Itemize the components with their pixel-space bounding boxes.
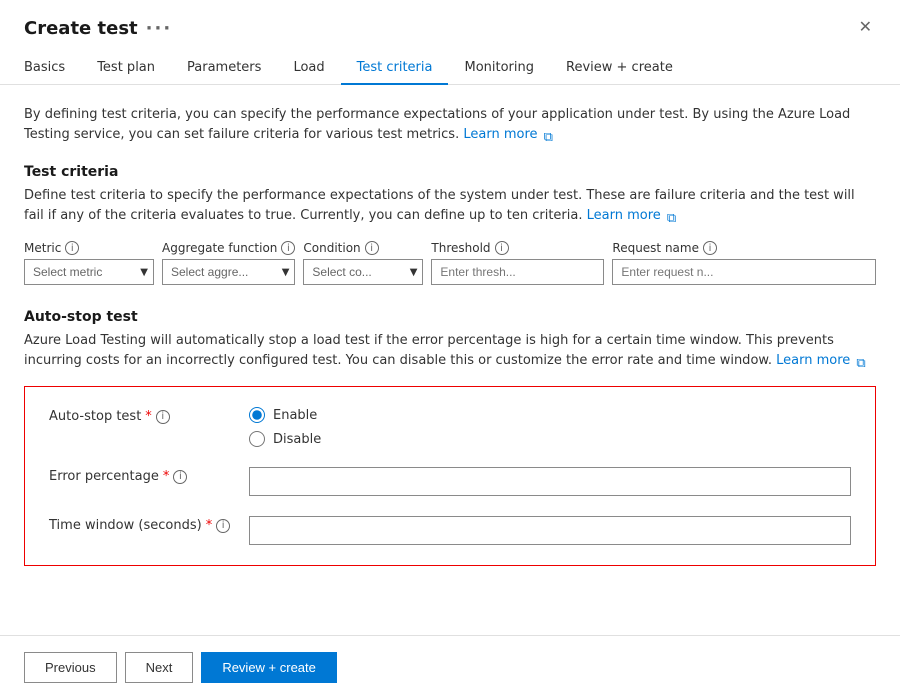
- next-button[interactable]: Next: [125, 652, 194, 683]
- threshold-field-group: Threshold i: [431, 241, 604, 285]
- tabs-list: Basics Test plan Parameters Load Test cr…: [24, 52, 876, 84]
- error-percentage-info-icon[interactable]: i: [173, 470, 187, 484]
- error-percentage-row: Error percentage * i 90: [49, 467, 851, 496]
- intro-text: By defining test criteria, you can speci…: [24, 105, 876, 144]
- aggregate-function-field-group: Aggregate function i Select aggre... ▼: [162, 241, 295, 285]
- tab-monitoring[interactable]: Monitoring: [448, 52, 550, 85]
- condition-field-group: Condition i Select co... ▼: [303, 241, 423, 285]
- dialog-title-text: Create test: [24, 18, 138, 39]
- time-window-row: Time window (seconds) * i 60: [49, 516, 851, 545]
- autostop-title: Auto-stop test: [24, 309, 876, 325]
- enable-radio-label: Enable: [273, 408, 317, 423]
- autostop-radio-group: Enable Disable: [249, 407, 321, 447]
- criteria-fields-row: Metric i Select metric ▼ Aggregate funct…: [24, 241, 876, 285]
- previous-button[interactable]: Previous: [24, 652, 117, 683]
- aggregate-select-wrapper: Select aggre... ▼: [162, 259, 295, 285]
- aggregate-info-icon[interactable]: i: [281, 241, 295, 255]
- autostop-required-star: *: [145, 409, 152, 424]
- error-percentage-required-star: *: [163, 469, 170, 484]
- autostop-enable-row: Auto-stop test * i Enable Disable: [49, 407, 851, 447]
- external-link-icon: ⧉: [544, 128, 556, 140]
- aggregate-function-label: Aggregate function i: [162, 241, 295, 255]
- enable-radio-option[interactable]: Enable: [249, 407, 321, 423]
- autostop-section: Auto-stop test Azure Load Testing will a…: [24, 309, 876, 566]
- test-criteria-title: Test criteria: [24, 164, 876, 180]
- condition-select-wrapper: Select co... ▼: [303, 259, 423, 285]
- tab-parameters[interactable]: Parameters: [171, 52, 277, 85]
- autostop-learn-more-link[interactable]: Learn more ⧉: [776, 353, 868, 368]
- autostop-enable-label: Auto-stop test * i: [49, 407, 249, 424]
- time-window-input[interactable]: 60: [249, 516, 851, 545]
- autostop-info-icon[interactable]: i: [156, 410, 170, 424]
- error-percentage-label: Error percentage * i: [49, 467, 249, 484]
- metric-label: Metric i: [24, 241, 154, 255]
- create-test-dialog: Create test ··· ✕ Basics Test plan Param…: [0, 0, 900, 699]
- test-criteria-section: Test criteria Define test criteria to sp…: [24, 164, 876, 285]
- request-name-field-group: Request name i: [612, 241, 876, 285]
- tab-basics[interactable]: Basics: [24, 52, 81, 85]
- metric-select-wrapper: Select metric ▼: [24, 259, 154, 285]
- metric-select[interactable]: Select metric: [24, 259, 154, 285]
- threshold-label: Threshold i: [431, 241, 604, 255]
- metric-info-icon[interactable]: i: [65, 241, 79, 255]
- aggregate-select[interactable]: Select aggre...: [162, 259, 295, 285]
- review-create-button[interactable]: Review + create: [201, 652, 337, 683]
- dialog-footer: Previous Next Review + create: [0, 635, 900, 699]
- tab-review-create[interactable]: Review + create: [550, 52, 689, 85]
- autostop-external-link-icon: ⧉: [856, 354, 868, 366]
- request-name-input[interactable]: [612, 259, 876, 285]
- disable-radio-label: Disable: [273, 432, 321, 447]
- threshold-input[interactable]: [431, 259, 604, 285]
- dialog-title: Create test ···: [24, 18, 172, 39]
- time-window-label: Time window (seconds) * i: [49, 516, 249, 533]
- test-criteria-desc: Define test criteria to specify the perf…: [24, 186, 876, 225]
- time-window-required-star: *: [206, 518, 213, 533]
- criteria-external-link-icon: ⧉: [667, 209, 679, 221]
- condition-label: Condition i: [303, 241, 423, 255]
- condition-info-icon[interactable]: i: [365, 241, 379, 255]
- metric-field-group: Metric i Select metric ▼: [24, 241, 154, 285]
- autostop-box: Auto-stop test * i Enable Disable: [24, 386, 876, 566]
- main-content: By defining test criteria, you can speci…: [0, 85, 900, 635]
- intro-learn-more-link[interactable]: Learn more ⧉: [463, 127, 555, 142]
- autostop-desc: Azure Load Testing will automatically st…: [24, 331, 876, 370]
- error-percentage-input[interactable]: 90: [249, 467, 851, 496]
- request-name-label: Request name i: [612, 241, 876, 255]
- time-window-info-icon[interactable]: i: [216, 519, 230, 533]
- dialog-header: Create test ··· ✕: [0, 0, 900, 40]
- close-button[interactable]: ✕: [855, 16, 876, 40]
- disable-radio-input[interactable]: [249, 431, 265, 447]
- disable-radio-option[interactable]: Disable: [249, 431, 321, 447]
- enable-radio-input[interactable]: [249, 407, 265, 423]
- dialog-title-dots: ···: [146, 18, 173, 39]
- tab-test-criteria[interactable]: Test criteria: [341, 52, 449, 85]
- tabs-container: Basics Test plan Parameters Load Test cr…: [0, 40, 900, 85]
- request-name-info-icon[interactable]: i: [703, 241, 717, 255]
- criteria-learn-more-link[interactable]: Learn more ⧉: [587, 208, 679, 223]
- threshold-info-icon[interactable]: i: [495, 241, 509, 255]
- tab-test-plan[interactable]: Test plan: [81, 52, 171, 85]
- condition-select[interactable]: Select co...: [303, 259, 423, 285]
- tab-load[interactable]: Load: [277, 52, 340, 85]
